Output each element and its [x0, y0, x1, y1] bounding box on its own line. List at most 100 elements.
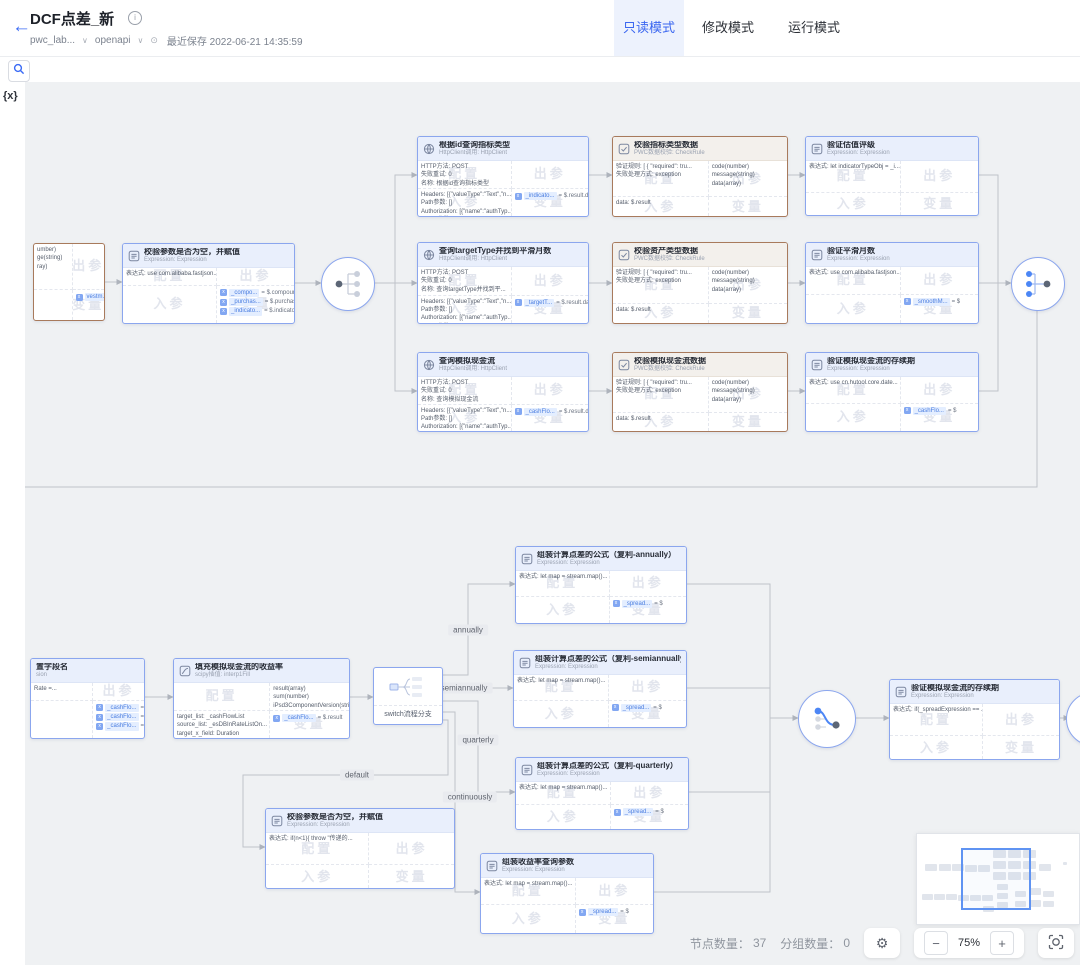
node-title: 置字段名 — [36, 663, 68, 671]
node-quadrant-bl: 入参 — [890, 736, 983, 759]
node-quadrant-tl: 配置表达式: if(_spreadExpression == ... — [890, 704, 983, 736]
flow-node-formula-semiannually[interactable]: 组装计算点差的公式（复利-semiannually）Expression: Ex… — [513, 650, 687, 728]
node-quadrant-bl: 入参 — [514, 701, 609, 728]
minimap-viewport[interactable] — [961, 848, 1031, 910]
flow-node-verify-cashflow-duration-bottom[interactable]: 验证模拟现金流的存续期Expression: Expression 配置表达式: … — [889, 679, 1060, 760]
node-body: 配置表达式: let map = stream.map()...出参入参变量x_… — [516, 571, 686, 623]
node-titles: 校验参数是否为空，并赋值Expression: Expression — [144, 248, 240, 263]
config-line: HTTP方法: POST — [421, 269, 508, 277]
tab-edit-mode[interactable]: 修改模式 — [697, 0, 759, 56]
node-quadrant-bl — [31, 701, 93, 738]
watermark-tr: 出参 — [609, 675, 686, 700]
gear-icon: ⚙ — [876, 935, 889, 952]
node-quadrant-tr: 出参 — [901, 161, 978, 193]
node-title: 校验参数是否为空，并赋值 — [287, 813, 383, 821]
minimap[interactable] — [916, 833, 1080, 925]
node-title: 组装计算点差的公式（复利-annually） — [537, 551, 676, 559]
node-subtitle: Expression: Expression — [535, 664, 681, 670]
flow-node-verify-valuation-rating[interactable]: 验证估值评级Expression: Expression配置表达式: let i… — [805, 136, 979, 216]
node-subtitle: Expression: Expression — [537, 560, 676, 566]
node-quadrant-br: x_cashFlo...= InterestRatex_cashFlo...= … — [93, 701, 144, 738]
node-subtitle: scipy插值: interp1Fill — [195, 672, 283, 678]
config-line: 表达式: let map = stream.map()... — [519, 784, 607, 792]
node-quadrant-bl: 入参 — [806, 295, 901, 324]
node-titles: 组装计算点差的公式（复利-annually）Expression: Expres… — [537, 551, 676, 566]
check-node-icon — [618, 249, 630, 261]
flow-node-set-field-name-clip[interactable]: 置字段名sionRate =...出参x_cashFlo...= Interes… — [30, 658, 145, 739]
flow-node-query-indicator-type[interactable]: 根据id查询指标类型HttpClient调用: HttpClient配置HTTP… — [417, 136, 589, 217]
variable-icon: x — [515, 193, 522, 200]
back-button[interactable]: ← — [12, 16, 31, 38]
variable-value: = $.result.dat... — [559, 408, 588, 416]
flow-node-check-params-top[interactable]: 校验参数是否为空，并赋值Expression: Expression配置表达式:… — [122, 243, 295, 324]
expr-node-icon — [521, 553, 533, 565]
flow-node-formula-annually[interactable]: 组装计算点差的公式（复利-annually）Expression: Expres… — [515, 546, 687, 624]
flow-node-formula-quarterly[interactable]: 组装计算点差的公式（复利-quarterly）Expression: Expre… — [515, 757, 689, 830]
node-header: 验证平滑月数Expression: Expression — [806, 243, 978, 267]
node-quadrant-bl: 入参 — [806, 193, 901, 215]
node-header: 验证模拟现金流的存续期Expression: Expression — [806, 353, 978, 377]
zoom-out-button[interactable]: − — [924, 931, 948, 955]
flow-node-fill-cashflow-yield[interactable]: 填充模拟现金流的收益率scipy插值: interp1Fill配置result(… — [173, 658, 350, 739]
watermark-tr: 出参 — [611, 782, 688, 804]
node-header: 校验参数是否为空，并赋值Expression: Expression — [123, 244, 294, 268]
node-titles: 校验模拟现金流数据PWC数据校验: CheckRule — [634, 357, 706, 372]
node-quadrant-br: 变量x_spread...= $ — [611, 805, 688, 829]
flow-node-verify-smooth-months[interactable]: 验证平滑月数Expression: Expression配置表达式: use c… — [805, 242, 979, 324]
flow-node-clip-left[interactable]: umber)ge(string)ray)出参变量xvestm...= _inve… — [33, 243, 105, 321]
node-quadrant-tr: 出参 — [512, 161, 589, 189]
node-title: 根据id查询指标类型 — [439, 141, 510, 149]
variable-icon: x — [613, 600, 620, 607]
node-titles: 组装计算点差的公式（复利-semiannually）Expression: Ex… — [535, 655, 681, 670]
settings-button[interactable]: ⚙ — [864, 928, 900, 958]
config-line: Headers: [{"valueType":"Text","n... — [421, 298, 508, 306]
circle-node-join-top[interactable] — [1011, 257, 1065, 311]
module-select[interactable]: openapi — [95, 35, 131, 46]
node-quadrant-br: 变量x_cashFlo...= $ — [901, 404, 978, 432]
zoom-in-button[interactable]: + — [990, 931, 1014, 955]
node-subtitle: Expression: Expression — [287, 822, 383, 828]
config-line: data: $.result — [616, 199, 705, 207]
config-line: 验证规则: [ { "required": tru... — [616, 163, 705, 171]
node-body: 配置result(array)sum(number)iPsd3Component… — [174, 683, 349, 738]
config-line: 表达式: use cn.hutool.core.date... — [809, 379, 897, 387]
circle-node-join-bottom[interactable] — [798, 690, 856, 748]
node-subtitle: Expression: Expression — [827, 256, 890, 262]
flow-node-check-indicator-type[interactable]: 校验指标类型数据PWC数据校验: CheckRule配置验证规则: [ { "r… — [612, 136, 788, 217]
variables-panel-button[interactable]: {x} — [3, 90, 18, 102]
config-line: 验证规则: [ { "required": tru... — [616, 379, 705, 387]
config-line: message(string) — [712, 171, 784, 179]
node-subtitle: PWC数据校验: CheckRule — [634, 150, 705, 156]
node-body: 配置表达式: let map = stream.map()...出参入参变量x_… — [516, 782, 688, 829]
watermark-bl: 入参 — [123, 286, 216, 323]
flow-node-check-asset-type[interactable]: 校验资产类型数据PWC数据校验: CheckRule配置验证规则: [ { "r… — [612, 242, 788, 324]
config-line: Authorization: [{"name":"authTyp... — [421, 314, 508, 322]
flow-node-verify-cashflow-duration-top[interactable]: 验证模拟现金流的存续期Expression: Expression配置表达式: … — [805, 352, 979, 432]
search-icon — [13, 62, 25, 80]
node-subtitle: PWC数据校验: CheckRule — [634, 366, 706, 372]
flow-node-query-target-type[interactable]: 查询targetType并找到平滑月数HttpClient调用: HttpCli… — [417, 242, 589, 324]
flow-node-check-sim-cashflow[interactable]: 校验模拟现金流数据PWC数据校验: CheckRule配置验证规则: [ { "… — [612, 352, 788, 432]
flow-node-switch-branch[interactable]: switch流程分支 — [373, 667, 443, 725]
flow-node-check-params-bottom[interactable]: 校验参数是否为空，并赋值Expression: Expression配置表达式:… — [265, 808, 455, 889]
variable-row: x_cashFlo...= InterestRate — [96, 704, 141, 712]
node-quadrant-tl: 配置表达式: use com.alibaba.fastjson... — [806, 267, 901, 295]
info-icon[interactable]: i — [128, 11, 142, 25]
tab-run-mode[interactable]: 运行模式 — [783, 0, 845, 56]
flow-node-build-yield-query-params[interactable]: 组装收益率查询参数Expression: Expression配置表达式: le… — [480, 853, 654, 934]
config-line: 名称: 查询模拟现金流 — [421, 396, 508, 404]
config-line: 表达式: let map = stream.map()... — [519, 573, 606, 581]
flow-node-query-sim-cashflow[interactable]: 查询模拟现金流HttpClient调用: HttpClient配置HTTP方法:… — [417, 352, 589, 432]
variable-value: = $ — [654, 600, 663, 608]
project-select[interactable]: pwc_lab... — [30, 35, 75, 46]
variable-icon: x — [515, 408, 522, 415]
node-titles: 验证估值评级Expression: Expression — [827, 141, 890, 156]
fit-view-button[interactable] — [1038, 928, 1074, 958]
circle-node-fork-top[interactable] — [321, 257, 375, 311]
config-line: 表达式: if(_spreadExpression == ... — [893, 706, 979, 714]
watermark-bl: 入参 — [266, 865, 368, 888]
search-button[interactable] — [8, 60, 30, 82]
node-titles: 验证模拟现金流的存续期Expression: Expression — [911, 684, 999, 699]
watermark-bl: 入参 — [806, 295, 900, 324]
tab-readonly-mode[interactable]: 只读模式 — [614, 0, 684, 56]
